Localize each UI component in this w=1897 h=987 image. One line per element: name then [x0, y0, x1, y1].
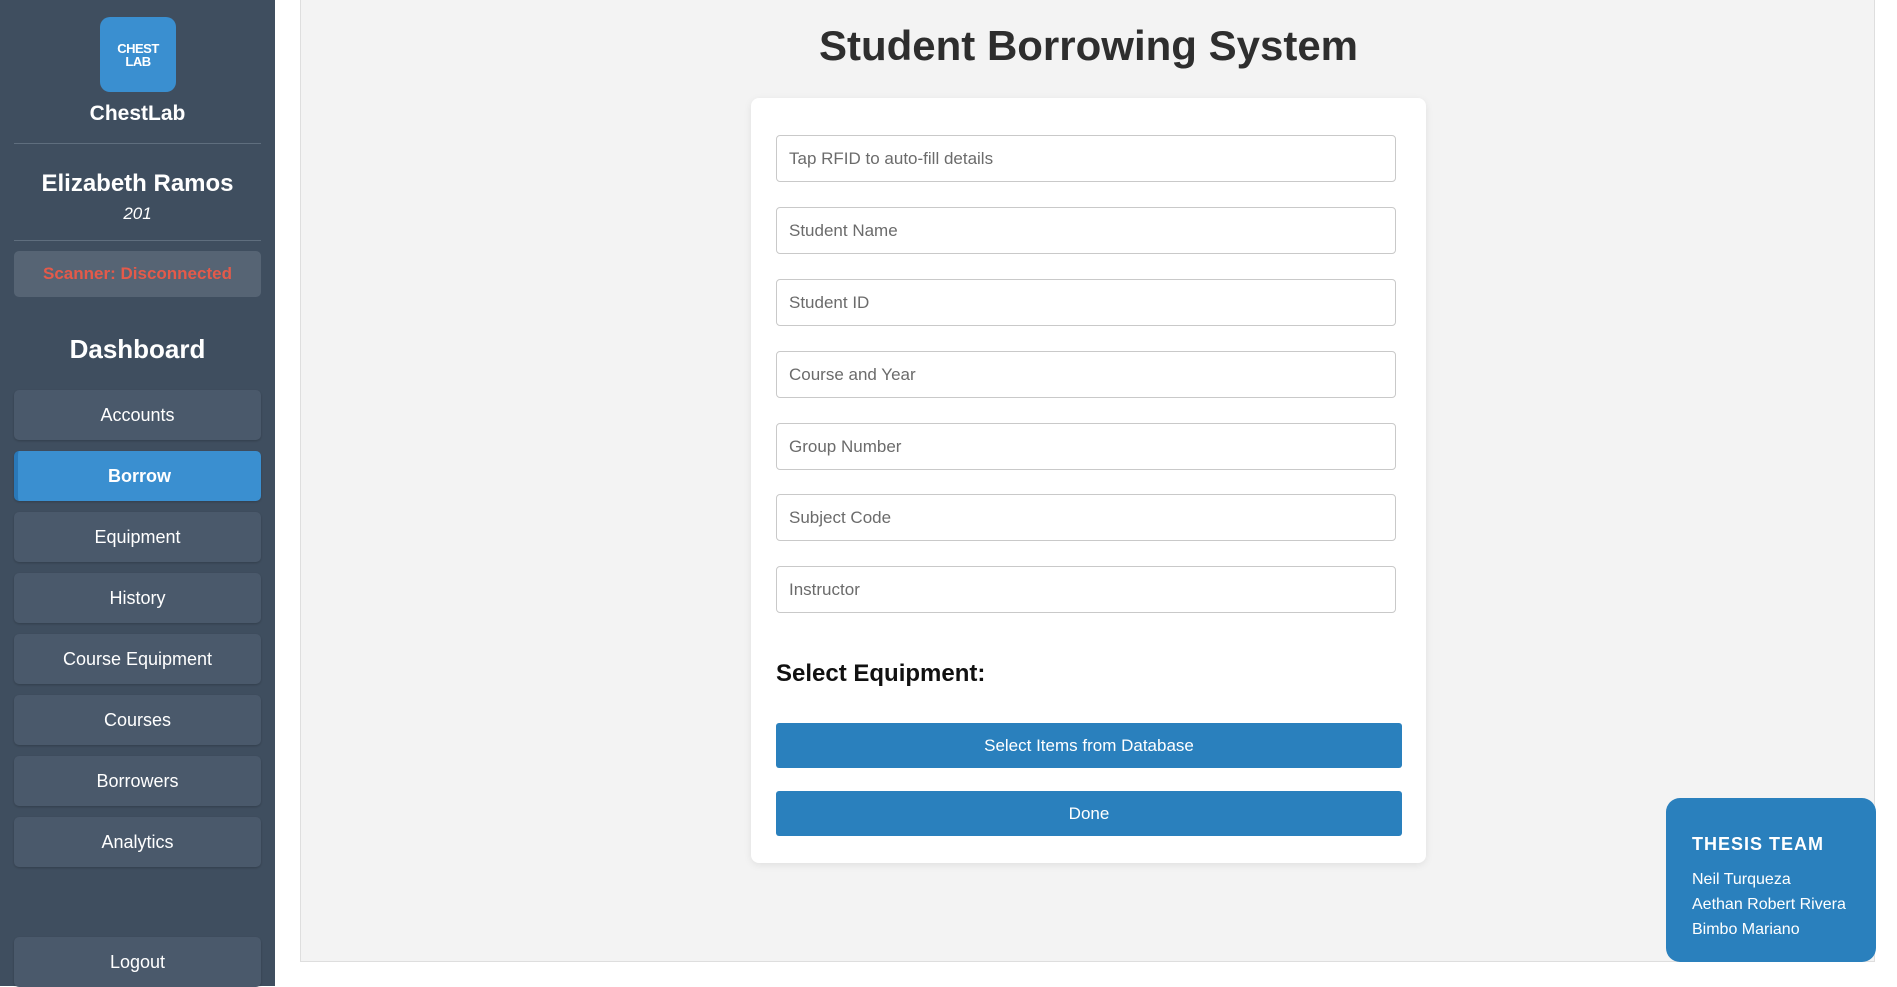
thesis-team-panel: THESIS TEAM Neil Turqueza Aethan Robert …: [1666, 798, 1876, 962]
nav-history[interactable]: History: [14, 573, 261, 623]
nav-analytics[interactable]: Analytics: [14, 817, 261, 867]
user-id: 201: [123, 204, 152, 223]
nav-course-equipment[interactable]: Course Equipment: [14, 634, 261, 684]
app-name: ChestLab: [89, 102, 186, 125]
team-member: Neil Turqueza: [1692, 871, 1791, 888]
select-items-button[interactable]: Select Items from Database: [776, 723, 1402, 768]
nav-courses[interactable]: Courses: [14, 695, 261, 745]
dashboard-title: Dashboard: [69, 334, 206, 364]
user-name: Elizabeth Ramos: [41, 170, 234, 197]
subject-code-input[interactable]: [776, 494, 1396, 541]
logo-text-line2: LAB: [125, 53, 151, 69]
sidebar: CHEST LAB ChestLab Elizabeth Ramos 201 S…: [0, 0, 275, 987]
nav-accounts[interactable]: Accounts: [14, 390, 261, 440]
student-id-input[interactable]: [776, 279, 1396, 326]
rfid-input[interactable]: [776, 135, 1396, 182]
course-year-input[interactable]: [776, 351, 1396, 398]
student-name-input[interactable]: [776, 207, 1396, 254]
team-member: Aethan Robert Rivera: [1692, 896, 1846, 913]
team-member: Bimbo Mariano: [1692, 921, 1800, 938]
select-equipment-label: Select Equipment:: [776, 660, 986, 687]
nav-borrowers[interactable]: Borrowers: [14, 756, 261, 806]
scanner-status: Scanner: Disconnected: [14, 251, 261, 297]
group-number-input[interactable]: [776, 423, 1396, 470]
logo-text-line1: CHEST: [117, 40, 159, 56]
divider: [14, 143, 261, 144]
logout-button[interactable]: Logout: [14, 937, 261, 987]
chestlab-logo: CHEST LAB: [100, 17, 176, 92]
instructor-input[interactable]: [776, 566, 1396, 613]
done-button[interactable]: Done: [776, 791, 1402, 836]
thesis-team-title: THESIS TEAM: [1692, 834, 1825, 854]
nav-equipment[interactable]: Equipment: [14, 512, 261, 562]
borrow-form-card: Select Equipment: Select Items from Data…: [751, 98, 1426, 863]
page-title: Student Borrowing System: [818, 22, 1359, 69]
nav-borrow[interactable]: Borrow: [14, 451, 261, 501]
divider: [14, 240, 261, 241]
main-content: Student Borrowing System Select Equipmen…: [300, 0, 1875, 962]
